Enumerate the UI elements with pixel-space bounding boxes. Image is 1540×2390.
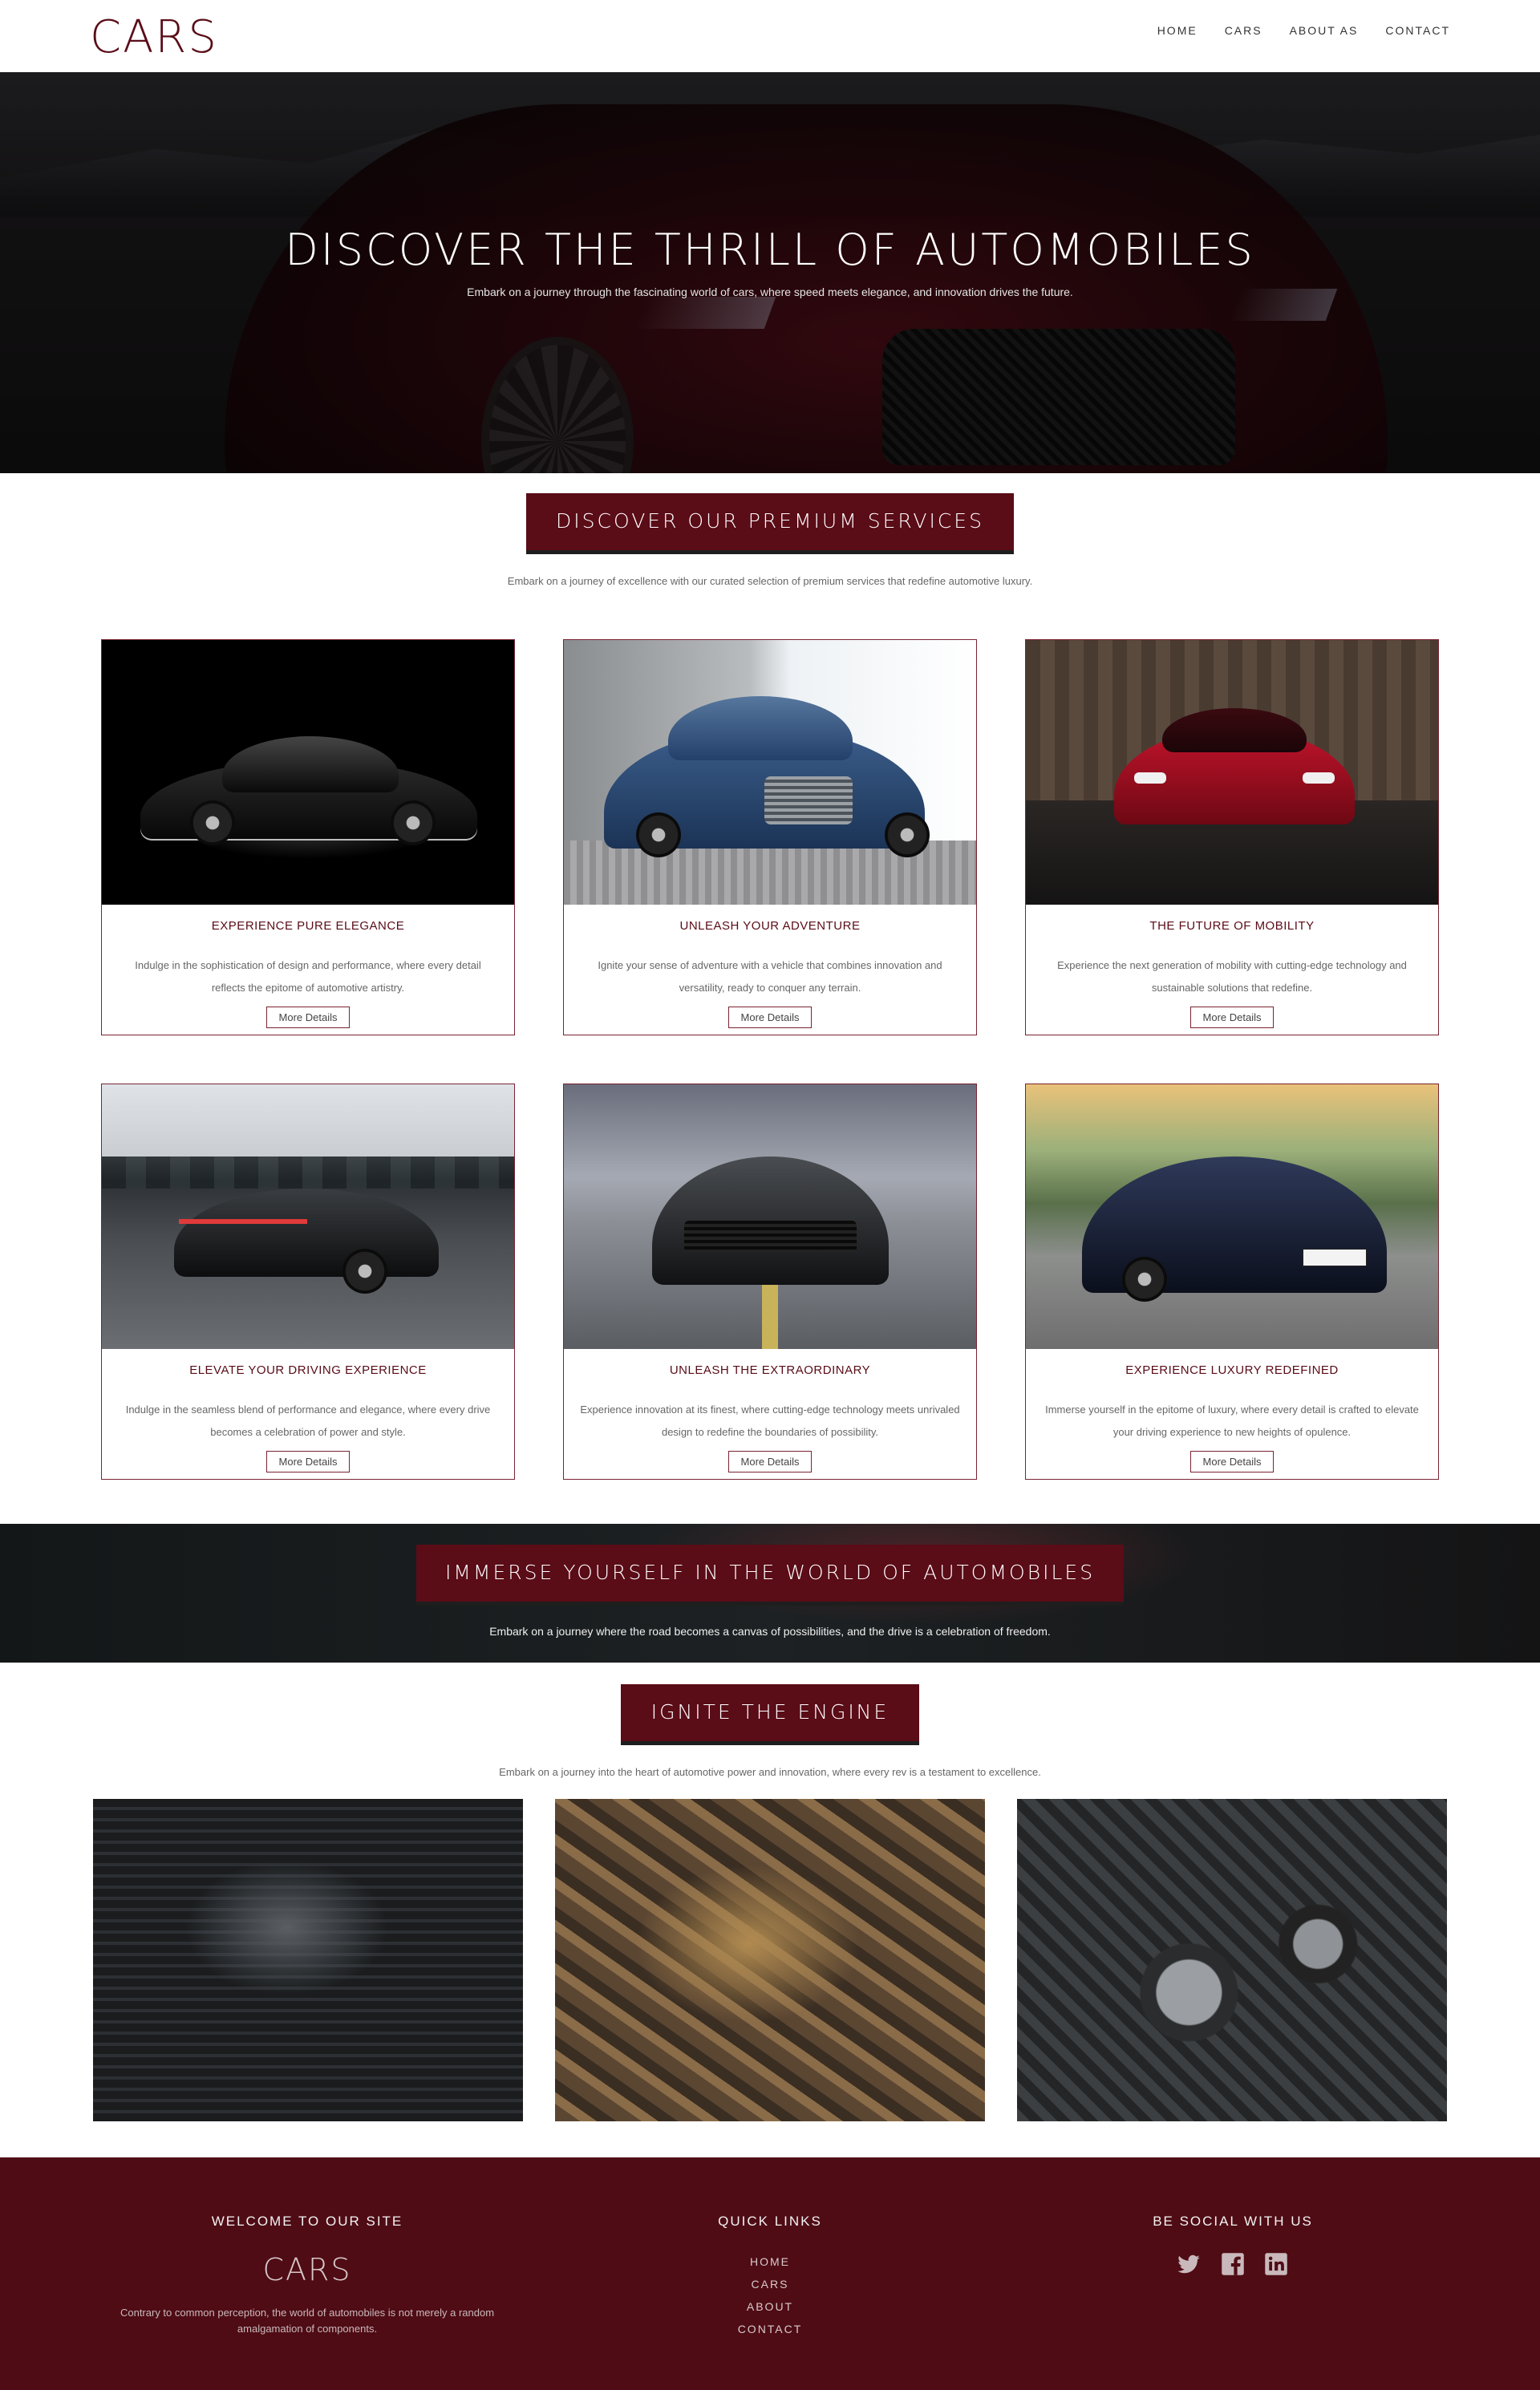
engine-title: IGNITE THE ENGINE xyxy=(621,1684,919,1745)
navbar: CARS HOME CARS ABOUT AS CONTACT xyxy=(0,0,1540,72)
engine-image-belt-drive xyxy=(1017,1799,1447,2121)
card-title: ELEVATE YOUR DRIVING EXPERIENCE xyxy=(189,1363,427,1377)
card-image-black-mustang xyxy=(564,1084,976,1349)
nav-contact[interactable]: CONTACT xyxy=(1385,24,1450,37)
card-title: THE FUTURE OF MOBILITY xyxy=(1149,919,1315,933)
card-description: Immerse yourself in the epitome of luxur… xyxy=(1045,1404,1419,1438)
nav-links: HOME CARS ABOUT AS CONTACT xyxy=(1157,24,1450,37)
immerse-subtitle: Embark on a journey where the road becom… xyxy=(489,1625,1051,1638)
more-details-button[interactable]: More Details xyxy=(266,1451,350,1472)
brand-logo[interactable]: CARS xyxy=(90,11,218,63)
card-description: Indulge in the seamless blend of perform… xyxy=(125,1404,491,1438)
services-description: Embark on a journey of excellence with o… xyxy=(507,575,1033,587)
card-image-black-porsche xyxy=(102,1084,514,1349)
twitter-icon[interactable] xyxy=(1177,2252,1201,2276)
card-description: Experience the next generation of mobili… xyxy=(1057,959,1407,994)
footer-brand: CARS xyxy=(262,2252,352,2287)
card-description: Experience innovation at its finest, whe… xyxy=(580,1404,960,1438)
nav-home[interactable]: HOME xyxy=(1157,24,1198,37)
engine-image-camshaft xyxy=(555,1799,985,2121)
more-details-button[interactable]: More Details xyxy=(728,1007,812,1028)
service-card: ELEVATE YOUR DRIVING EXPERIENCE Indulge … xyxy=(101,1084,515,1480)
card-title: UNLEASH THE EXTRAORDINARY xyxy=(669,1363,871,1377)
more-details-button[interactable]: More Details xyxy=(266,1007,350,1028)
engine-image-motorcycle xyxy=(93,1799,523,2121)
more-details-button[interactable]: More Details xyxy=(728,1451,812,1472)
engine-description: Embark on a journey into the heart of au… xyxy=(499,1766,1041,1778)
linkedin-icon[interactable] xyxy=(1264,2252,1288,2276)
service-card: THE FUTURE OF MOBILITY Experience the ne… xyxy=(1025,639,1439,1035)
immerse-title: IMMERSE YOURSELF IN THE WORLD OF AUTOMOB… xyxy=(416,1545,1124,1606)
footer-quick-links: HOME CARS ABOUT CONTACT xyxy=(650,2250,890,2340)
footer-about-text: Contrary to common perception, the world… xyxy=(120,2307,495,2335)
nav-cars[interactable]: CARS xyxy=(1225,24,1262,37)
card-title: UNLEASH YOUR ADVENTURE xyxy=(679,919,861,933)
more-details-button[interactable]: More Details xyxy=(1190,1451,1274,1472)
footer-welcome-heading: WELCOME TO OUR SITE xyxy=(211,2214,403,2229)
card-image-blue-mustang xyxy=(1026,1084,1438,1349)
footer-social-heading: BE SOCIAL WITH US xyxy=(1153,2214,1313,2229)
footer-link-contact[interactable]: CONTACT xyxy=(650,2318,890,2340)
facebook-icon[interactable] xyxy=(1221,2252,1245,2276)
card-title: EXPERIENCE LUXURY REDEFINED xyxy=(1125,1363,1339,1377)
footer: WELCOME TO OUR SITE CARS Contrary to com… xyxy=(0,2157,1540,2390)
footer-links-heading: QUICK LINKS xyxy=(718,2214,822,2229)
footer-link-home[interactable]: HOME xyxy=(650,2250,890,2273)
services-title: DISCOVER OUR PREMIUM SERVICES xyxy=(526,493,1014,554)
hero-banner: DISCOVER THE THRILL OF AUTOMOBILES Embar… xyxy=(0,72,1540,473)
card-image-blue-coupe xyxy=(564,640,976,905)
service-card: UNLEASH YOUR ADVENTURE Ignite your sense… xyxy=(563,639,977,1035)
hero-title: DISCOVER THE THRILL OF AUTOMOBILES xyxy=(285,225,1255,275)
card-description: Ignite your sense of adventure with a ve… xyxy=(598,959,942,994)
footer-link-cars[interactable]: CARS xyxy=(650,2273,890,2295)
card-description: Indulge in the sophistication of design … xyxy=(135,959,481,994)
card-image-black-sedan xyxy=(102,640,514,905)
hero-subtitle: Embark on a journey through the fascinat… xyxy=(467,286,1073,298)
immerse-banner: IMMERSE YOURSELF IN THE WORLD OF AUTOMOB… xyxy=(0,1524,1540,1663)
card-image-red-sportscar xyxy=(1026,640,1438,905)
service-card: UNLEASH THE EXTRAORDINARY Experience inn… xyxy=(563,1084,977,1480)
footer-link-about[interactable]: ABOUT xyxy=(650,2295,890,2318)
nav-about[interactable]: ABOUT AS xyxy=(1290,24,1359,37)
more-details-button[interactable]: More Details xyxy=(1190,1007,1274,1028)
card-title: EXPERIENCE PURE ELEGANCE xyxy=(211,919,405,933)
service-card: EXPERIENCE PURE ELEGANCE Indulge in the … xyxy=(101,639,515,1035)
service-card: EXPERIENCE LUXURY REDEFINED Immerse your… xyxy=(1025,1084,1439,1480)
